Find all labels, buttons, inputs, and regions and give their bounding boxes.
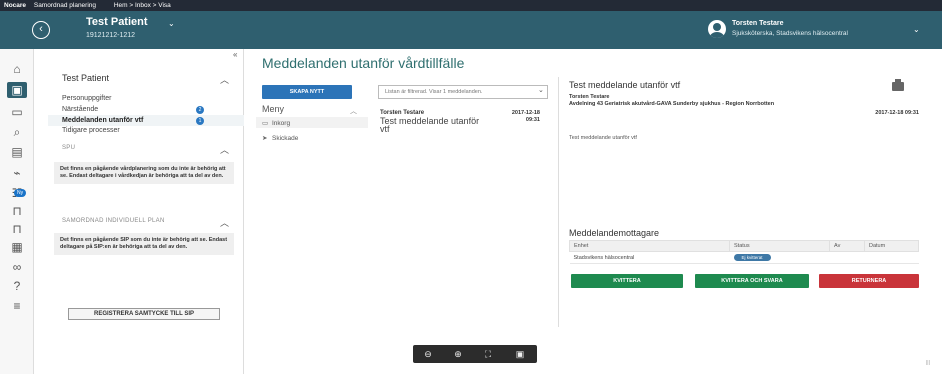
link-icon[interactable]: ∞ — [7, 259, 27, 275]
recipient-unit: Stadsvikens hälsocentral — [569, 251, 730, 264]
count-badge: 2 — [196, 106, 204, 114]
zoom-out-icon[interactable]: ⊖ — [421, 347, 435, 361]
inbox-icon: ▭ — [262, 120, 269, 127]
message-subject: Test meddelande utanför vtf — [380, 116, 480, 134]
back-button[interactable]: ‹ — [32, 21, 50, 39]
chart-icon[interactable]: ⌁ — [7, 165, 27, 181]
acknowledge-button[interactable]: KVITTERA — [571, 274, 683, 288]
avatar[interactable] — [708, 20, 726, 38]
patient-id: 19121212-1212 — [86, 32, 136, 39]
send-icon: ➤ — [262, 135, 268, 142]
patient-bar: ‹ Test Patient ⌄ 19121212-1212 Torsten T… — [0, 11, 942, 49]
patient-panel: « Test Patient ︿ Personuppgifter Närståe… — [34, 49, 244, 374]
register-consent-button[interactable]: REGISTRERA SAMTYCKE TILL SIP — [68, 308, 220, 320]
icon-rail: ⌂ ▣ ▭ ⌕ ▤ ⌁ ☷ Ny ⊓ ⊓ ▦ ∞ ? ≡ — [0, 49, 34, 374]
table-row: Stadsvikens hälsocentral Ej kvitterat — [569, 251, 919, 264]
top-bar: Nocare Samordnad planering Hem > Inbox >… — [0, 0, 942, 11]
message-title: Test meddelande utanför vtf — [569, 80, 681, 90]
patient-icon[interactable]: ▣ — [7, 82, 27, 98]
collapse-panel-button[interactable]: « — [233, 50, 237, 59]
brand-logo[interactable]: Nocare — [4, 2, 26, 9]
menu-header: Meny — [262, 104, 285, 114]
status-badge: Ej kvitterat — [733, 254, 771, 261]
column-header[interactable]: Status — [729, 240, 830, 252]
bed-icon[interactable]: ⊓ — [7, 203, 27, 219]
calendar-icon[interactable]: ▦ — [7, 239, 27, 255]
message-time: 09:31 — [525, 117, 540, 123]
chevron-down-icon[interactable]: ⌄ — [168, 19, 175, 28]
menu-item-inkorg[interactable]: ▭ Inkorg — [262, 119, 290, 127]
inbox-icon[interactable]: ▭ — [7, 104, 27, 120]
message-sender: Torsten Testare — [569, 94, 610, 100]
user-name[interactable]: Torsten Testare — [732, 20, 783, 27]
return-button[interactable]: RETURNERA — [819, 274, 919, 288]
message-body: Test meddelande utanför vtf — [569, 135, 637, 141]
help-icon[interactable]: ? — [7, 278, 27, 294]
document-icon[interactable]: ▤ — [7, 144, 27, 160]
resize-handle[interactable]: ||| — [926, 360, 930, 366]
spu-info-box: Det finns en pågående vårdplanering som … — [54, 162, 234, 184]
section-spu: SPU — [62, 145, 76, 151]
chevron-up-icon[interactable]: ︿ — [220, 143, 229, 156]
chevron-up-icon[interactable]: ︿ — [220, 216, 229, 229]
search-icon[interactable]: ⌕ — [7, 124, 27, 140]
message-datetime: 2017-12-18 09:31 — [875, 110, 919, 116]
zoom-in-icon[interactable]: ⊕ — [451, 347, 465, 361]
menu-item-skickade[interactable]: ➤ Skickade — [262, 134, 298, 142]
app-name: Samordnad planering — [33, 2, 97, 9]
home-icon[interactable]: ⌂ — [7, 61, 27, 77]
breadcrumb[interactable]: Hem > Inbox > Visa — [114, 2, 171, 9]
panel-item-personuppgifter[interactable]: Personuppgifter — [62, 95, 111, 102]
sip-info-box: Det finns en pågående SIP som du inte är… — [54, 233, 234, 255]
column-header[interactable]: Av — [829, 240, 865, 252]
bed-icon-2[interactable]: ⊓ — [7, 221, 27, 237]
acknowledge-reply-button[interactable]: KVITTERA OCH SVARA — [695, 274, 809, 288]
column-header[interactable]: Enhet — [569, 240, 730, 252]
fit-screen-icon[interactable]: ⛶ — [481, 347, 495, 361]
patient-name[interactable]: Test Patient — [86, 16, 148, 28]
section-sip: SAMORDNAD INDIVIDUELL PLAN — [62, 218, 165, 224]
chevron-left-icon: ‹ — [39, 23, 43, 35]
message-detail: Test meddelande utanför vtf Torsten Test… — [558, 77, 919, 327]
menu-item-label: Inkorg — [272, 120, 291, 127]
recipients-table: Enhet Status Av Datum Stadsvikens hälsoc… — [569, 240, 919, 264]
table-header-row: Enhet Status Av Datum — [569, 240, 919, 252]
recipient-date — [864, 251, 919, 264]
new-badge: Ny — [14, 189, 27, 197]
chevron-up-icon[interactable]: ︿ — [350, 106, 357, 116]
user-role: Sjuksköterska, Stadsvikens hälsocentral — [732, 30, 848, 37]
page-title: Meddelanden utanför vårdtillfälle — [262, 55, 465, 71]
zoom-toolbar: ⊖ ⊕ ⛶ ▣ — [413, 345, 537, 363]
menu-item-label: Skickade — [272, 135, 299, 142]
chevron-up-icon[interactable]: ︿ — [220, 73, 229, 86]
fullscreen-icon[interactable]: ▣ — [513, 347, 527, 361]
message-date: 2017-12-18 — [511, 110, 540, 116]
panel-item-narstaende[interactable]: Närstående — [62, 106, 98, 113]
count-badge: 1 — [196, 117, 204, 125]
sender-unit: Avdelning 43 Geriatrisk akutvård-GAVA Su… — [569, 101, 775, 107]
user-menu-chevron-icon[interactable]: ⌄ — [913, 25, 920, 34]
filter-dropdown[interactable]: Listan är filtrerad. Visar 1 meddelanden… — [378, 85, 548, 99]
recipient-by — [829, 251, 865, 264]
settings-icon[interactable]: ≡ — [7, 298, 27, 314]
panel-title: Test Patient — [62, 73, 110, 83]
panel-item-meddelanden[interactable]: Meddelanden utanför vtf — [62, 117, 143, 124]
column-header[interactable]: Datum — [864, 240, 919, 252]
create-new-button[interactable]: SKAPA NYTT — [262, 85, 352, 99]
print-icon[interactable] — [892, 79, 904, 91]
panel-item-tidigare-processer[interactable]: Tidigare processer — [62, 127, 120, 134]
recipients-title: Meddelandemottagare — [569, 228, 660, 238]
chevron-down-icon[interactable]: ⌄ — [538, 86, 544, 94]
